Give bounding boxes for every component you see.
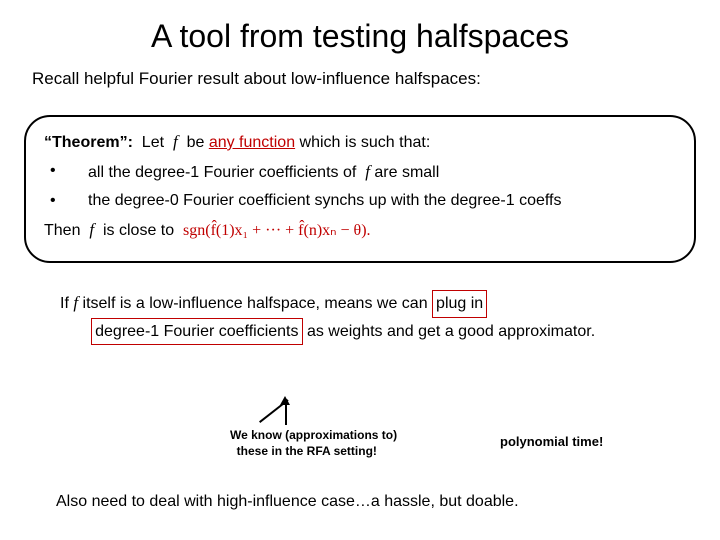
then-f: f <box>89 220 94 239</box>
bullet2-text: the degree-0 Fourier coefficient synchs … <box>88 189 676 213</box>
then-close: is close to <box>103 222 174 239</box>
note-rfa-1: We know (approximations to) <box>230 428 397 442</box>
bullet-dot-icon: • <box>44 189 88 213</box>
theorem-then: Then f is close to sgn(f̂(1)x₁ + ··· + f… <box>44 217 676 243</box>
bullet-1: • all the degree-1 Fourier coefficients … <box>44 159 676 185</box>
if-label: If <box>60 295 69 312</box>
theorem-head: “Theorem”: Let f be any function which i… <box>44 129 676 155</box>
plug-in-box: plug in <box>432 290 487 318</box>
if-tail: as weights and get a good approximator. <box>307 323 595 340</box>
theorem-label: “Theorem”: <box>44 134 133 151</box>
bullet1-b: are small <box>374 164 439 181</box>
arrowhead-icon <box>280 396 290 405</box>
theorem-box: “Theorem”: Let f be any function which i… <box>24 115 696 263</box>
theorem-anyfunc: any function <box>209 134 295 151</box>
bullet1-a: all the degree-1 Fourier coefficients of <box>88 164 356 181</box>
degree1-box: degree-1 Fourier coefficients <box>91 318 302 346</box>
bullet-dot-icon: • <box>44 159 88 185</box>
recall-line: Recall helpful Fourier result about low-… <box>32 69 720 89</box>
note-rfa-2: these in the RFA setting! <box>237 444 377 458</box>
slide-title: A tool from testing halfspaces <box>0 0 720 69</box>
note-poly: polynomial time! <box>500 434 603 449</box>
bullet1-f: f <box>365 162 370 181</box>
theorem-be: be <box>187 134 205 151</box>
bullet-2: • the degree-0 Fourier coefficient synch… <box>44 189 676 213</box>
theorem-which: which is such that: <box>300 134 431 151</box>
also-line: Also need to deal with high-influence ca… <box>56 493 519 511</box>
if-itself: itself is a low-influence halfspace, mea… <box>83 295 428 312</box>
conditional-block: If f itself is a low-influence halfspace… <box>60 289 720 345</box>
then-formula: sgn(f̂(1)x₁ + ··· + f̂(n)xₙ − θ). <box>183 222 371 239</box>
theorem-let: Let <box>142 134 164 151</box>
theorem-f1: f <box>173 132 178 151</box>
if-f: f <box>73 293 78 312</box>
note-rfa: We know (approximations to) these in the… <box>230 428 397 459</box>
then-label: Then <box>44 222 80 239</box>
